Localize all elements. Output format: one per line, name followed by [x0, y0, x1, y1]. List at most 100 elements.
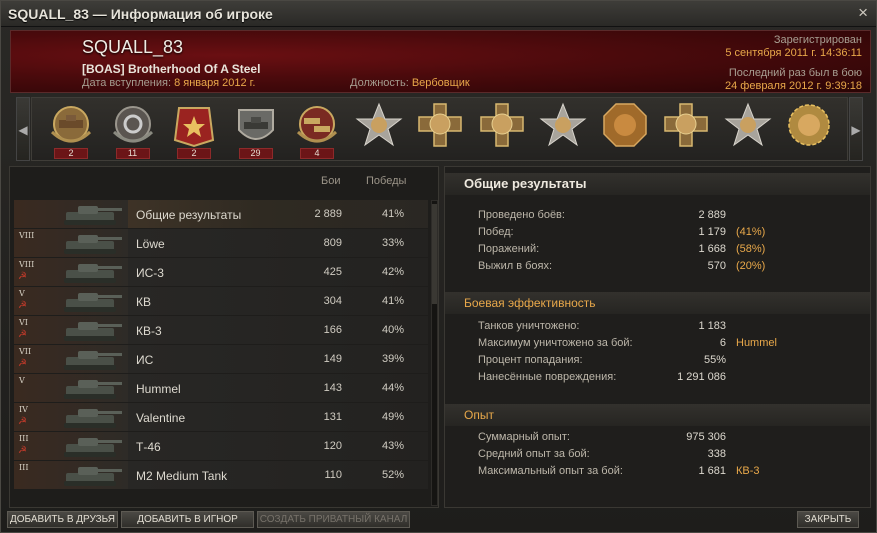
star-portrait-medal-icon[interactable]: [721, 102, 775, 158]
stat-losses-value: 1 668: [698, 243, 726, 255]
player-header: SQUALL_83 [BOAS] Brotherhood Of A Steel …: [10, 30, 871, 93]
tank-tier: VIII: [19, 260, 35, 269]
tank-wins: 40%: [381, 324, 404, 336]
stat-max-kills-value: 6: [719, 337, 726, 349]
clan-join-date: Дата вступления: 8 января 2012 г.: [82, 77, 255, 89]
tank-battles: 304: [323, 295, 342, 307]
table-row[interactable]: V Hummel 143 44%: [14, 374, 428, 402]
tank-wins: 41%: [381, 295, 404, 307]
vehicle-list: Общие результаты 2 889 41% VIII Löwe 809 33% VI…: [14, 200, 428, 490]
table-row-overall[interactable]: Общие результаты 2 889 41%: [14, 200, 428, 228]
table-row[interactable]: IV ☭ Valentine 131 49%: [14, 403, 428, 431]
table-row[interactable]: VII ☭ ИС 149 39%: [14, 345, 428, 373]
create-private-channel-button[interactable]: СОЗДАТЬ ПРИВАТНЫЙ КАНАЛ: [257, 511, 410, 528]
sun-portrait-medal-icon[interactable]: [782, 102, 836, 158]
tank-battles: 131: [323, 411, 342, 423]
tank-thumbnail: VI ☭: [14, 316, 128, 344]
tank-thumbnail: III: [14, 461, 128, 489]
tank-icon: [64, 467, 122, 486]
tank-tier: VII: [19, 347, 32, 356]
tank-thumbnail: [14, 200, 128, 228]
stat-wins-value: 1 179: [698, 226, 726, 238]
medals-scroll-right-icon[interactable]: ▶: [849, 97, 863, 161]
tank-wins: 44%: [381, 382, 404, 394]
tank-wins: 52%: [381, 469, 404, 481]
nation-flag-icon: ☭: [18, 271, 27, 282]
cross-portrait-medal-icon[interactable]: [475, 102, 529, 158]
scrollbar-thumb[interactable]: [432, 204, 437, 304]
window-title: SQUALL_83 — Информация об игроке: [8, 6, 273, 22]
tank-wreath-medal-icon[interactable]: 2: [44, 102, 98, 159]
medals-strip: 2 11 2 29 4: [31, 97, 848, 161]
tank-tier: VI: [19, 318, 28, 327]
tank-thumbnail: VIII: [14, 229, 128, 257]
stats-panel: Общие результаты Проведено боёв: 2 889 П…: [444, 166, 871, 508]
octagon-portrait-medal-icon[interactable]: [598, 102, 652, 158]
tank-icon: [64, 206, 122, 225]
column-battles[interactable]: Бои: [321, 175, 340, 187]
vehicle-stats-table: Бои Победы Общие результаты 2 889 41% VIII L…: [9, 166, 439, 508]
stat-total-exp-label: Суммарный опыт:: [478, 431, 570, 443]
player-clan[interactable]: [BOAS] Brotherhood Of A Steel: [82, 62, 260, 76]
tank-battles: 149: [323, 353, 342, 365]
stat-hit-rate: Процент попадания: 55%: [478, 354, 808, 370]
tanks-wreath-medal-icon[interactable]: 4: [290, 102, 344, 159]
stat-battles-value: 2 889: [698, 209, 726, 221]
tank-shield-medal-icon[interactable]: 29: [229, 102, 283, 159]
close-icon[interactable]: ×: [858, 3, 868, 23]
combat-efficiency-title: Боевая эффективность: [445, 292, 870, 314]
tank-battles: 809: [323, 237, 342, 249]
table-row[interactable]: VIII Löwe 809 33%: [14, 229, 428, 257]
tank-thumbnail: IV ☭: [14, 403, 128, 431]
overall-results-title: Общие результаты: [445, 173, 870, 195]
role-value: Вербовщик: [411, 77, 470, 89]
star-portrait-medal-icon[interactable]: [352, 102, 406, 158]
tank-tier: III: [19, 463, 29, 472]
last-battle-label: Последний раз был в бою: [728, 67, 862, 79]
table-row[interactable]: VI ☭ КВ-3 166 40%: [14, 316, 428, 344]
stat-total-exp: Суммарный опыт: 975 306: [478, 431, 808, 447]
stat-max-exp-label: Максимальный опыт за бой:: [478, 465, 623, 477]
player-nickname: SQUALL_83: [82, 37, 184, 57]
nation-flag-icon: ☭: [18, 300, 27, 311]
tank-name: ИС-3: [136, 266, 164, 280]
cross-portrait-medal-icon[interactable]: [413, 102, 467, 158]
close-button[interactable]: ЗАКРЫТЬ: [797, 511, 859, 528]
table-row[interactable]: V ☭ КВ 304 41%: [14, 287, 428, 315]
add-ignore-button[interactable]: ДОБАВИТЬ В ИГНОР: [121, 511, 254, 528]
tank-battles: 2 889: [314, 208, 342, 220]
column-wins[interactable]: Победы: [366, 175, 406, 187]
stat-losses-label: Поражений:: [478, 243, 540, 255]
tank-thumbnail: V ☭: [14, 287, 128, 315]
wheel-wreath-medal-icon[interactable]: 11: [106, 102, 160, 159]
tank-tier: V: [19, 376, 25, 385]
medals-scroll-left-icon[interactable]: ◀: [16, 97, 30, 161]
tank-name: ИС: [136, 353, 154, 367]
stat-wins: Побед: 1 179 (41%): [478, 226, 808, 242]
tank-icon: [64, 322, 122, 341]
title-bar[interactable]: SQUALL_83 — Информация об игроке ×: [1, 1, 876, 27]
table-row[interactable]: III ☭ Т-46 120 43%: [14, 432, 428, 460]
medal-count-badge: 2: [177, 148, 211, 159]
table-row[interactable]: VIII ☭ ИС-3 425 42%: [14, 258, 428, 286]
tank-name: Т-46: [136, 440, 161, 454]
table-row[interactable]: III M2 Medium Tank 110 52%: [14, 461, 428, 489]
tank-battles: 425: [323, 266, 342, 278]
cross-portrait-medal-icon[interactable]: [659, 102, 713, 158]
stat-avg-exp-label: Средний опыт за бой:: [478, 448, 590, 460]
tank-wins: 49%: [381, 411, 404, 423]
tank-name: Löwe: [136, 237, 165, 251]
tank-thumbnail: VIII ☭: [14, 258, 128, 286]
tank-name: КВ-3: [136, 324, 162, 338]
stat-damage-label: Нанесённые повреждения:: [478, 371, 617, 383]
table-scrollbar[interactable]: [431, 200, 438, 506]
join-date-value: 8 января 2012 г.: [174, 77, 256, 89]
red-banner-medal-icon[interactable]: 2: [167, 102, 221, 159]
tank-tier: IV: [19, 405, 28, 414]
stat-hit-value: 55%: [703, 354, 726, 366]
stat-wins-percent: (41%): [736, 226, 766, 238]
tank-wins: 39%: [381, 353, 404, 365]
star-portrait-medal-icon[interactable]: [536, 102, 590, 158]
add-friend-button[interactable]: ДОБАВИТЬ В ДРУЗЬЯ: [7, 511, 118, 528]
stat-max-exp: Максимальный опыт за бой: 1 681 КВ-3: [478, 465, 808, 481]
